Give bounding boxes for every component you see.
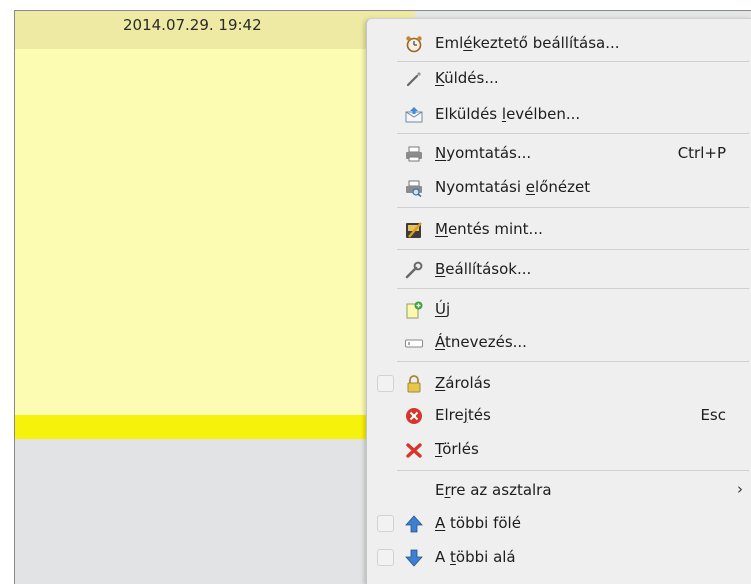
menu-label-send: Küldés... bbox=[435, 69, 499, 87]
close-circle-icon bbox=[406, 408, 422, 424]
menu-separator bbox=[397, 470, 749, 471]
menu-separator bbox=[397, 249, 749, 250]
menu-item-new[interactable]: Új bbox=[367, 295, 751, 323]
rename-icon bbox=[405, 339, 423, 348]
menu-item-to-desktop[interactable]: Erre az asztalra › bbox=[367, 476, 751, 504]
menu-label-to-desktop: Erre az asztalra bbox=[435, 481, 552, 499]
menu-item-print[interactable]: Nyomtatás... Ctrl+P bbox=[367, 139, 751, 167]
menu-item-rename[interactable]: Átnevezés... bbox=[367, 328, 751, 356]
menu-item-send-by-email[interactable]: Elküldés levélben... bbox=[367, 100, 751, 128]
menu-item-keep-above[interactable]: A többi fölé bbox=[367, 509, 751, 537]
arrow-up-icon bbox=[405, 515, 423, 533]
background-area bbox=[15, 439, 415, 584]
printer-icon bbox=[406, 146, 422, 162]
lock-icon bbox=[407, 375, 421, 393]
menu-item-send[interactable]: Küldés... bbox=[367, 64, 751, 92]
menu-separator bbox=[397, 61, 749, 62]
save-as-icon bbox=[406, 222, 422, 238]
menu-label-rename: Átnevezés... bbox=[435, 333, 527, 351]
alarm-clock-icon bbox=[406, 36, 422, 53]
menu-label-print-preview: Nyomtatási előnézet bbox=[435, 178, 591, 196]
menu-separator bbox=[397, 207, 749, 208]
menu-separator bbox=[397, 288, 749, 289]
context-menu: Emlékeztető beállítása... Küldés... Elkü… bbox=[366, 18, 751, 584]
shortcut-hide: Esc bbox=[700, 406, 726, 424]
mail-send-icon bbox=[405, 107, 423, 123]
submenu-arrow-icon: › bbox=[737, 480, 743, 498]
menu-label-send-by-email: Elküldés levélben... bbox=[435, 105, 581, 123]
lock-checkbox[interactable] bbox=[377, 375, 394, 392]
menu-label-lock: Zárolás bbox=[435, 374, 491, 392]
keep-above-checkbox[interactable] bbox=[377, 515, 394, 532]
shortcut-print: Ctrl+P bbox=[677, 144, 726, 162]
menu-item-delete[interactable]: Törlés bbox=[367, 435, 751, 463]
arrow-down-icon bbox=[405, 549, 423, 567]
new-note-icon bbox=[406, 301, 423, 319]
menu-label-keep-above: A többi fölé bbox=[435, 514, 521, 532]
delete-x-icon bbox=[406, 443, 422, 458]
note-text-area[interactable] bbox=[15, 49, 415, 415]
menu-label-print: Nyomtatás... bbox=[435, 144, 532, 162]
pen-icon bbox=[406, 72, 421, 87]
menu-item-print-preview[interactable]: Nyomtatási előnézet bbox=[367, 173, 751, 201]
menu-item-lock[interactable]: Zárolás bbox=[367, 369, 751, 397]
menu-item-keep-below[interactable]: A többi alá bbox=[367, 543, 751, 571]
menu-item-set-reminder[interactable]: Emlékeztető beállítása... bbox=[367, 29, 751, 57]
menu-label-delete: Törlés bbox=[435, 440, 479, 458]
menu-label-set-reminder: Emlékeztető beállítása... bbox=[435, 34, 620, 52]
menu-label-new: Új bbox=[435, 300, 451, 318]
menu-label-save-as: Mentés mint... bbox=[435, 220, 543, 238]
menu-label-settings: Beállítások... bbox=[435, 260, 532, 278]
note-header[interactable]: 2014.07.29. 19:42 bbox=[15, 11, 415, 49]
menu-item-hide[interactable]: Elrejtés Esc bbox=[367, 401, 751, 429]
menu-separator bbox=[397, 361, 749, 362]
print-preview-icon bbox=[406, 180, 422, 197]
wrench-icon bbox=[405, 261, 423, 279]
menu-label-hide: Elrejtés bbox=[435, 406, 491, 424]
menu-item-settings[interactable]: Beállítások... bbox=[367, 255, 751, 283]
menu-item-save-as[interactable]: Mentés mint... bbox=[367, 215, 751, 243]
note-date: 2014.07.29. 19:42 bbox=[123, 16, 262, 34]
menu-label-keep-below: A többi alá bbox=[435, 548, 516, 566]
keep-below-checkbox[interactable] bbox=[377, 549, 394, 566]
menu-separator bbox=[397, 133, 749, 134]
note-bottom-bar bbox=[15, 415, 415, 439]
